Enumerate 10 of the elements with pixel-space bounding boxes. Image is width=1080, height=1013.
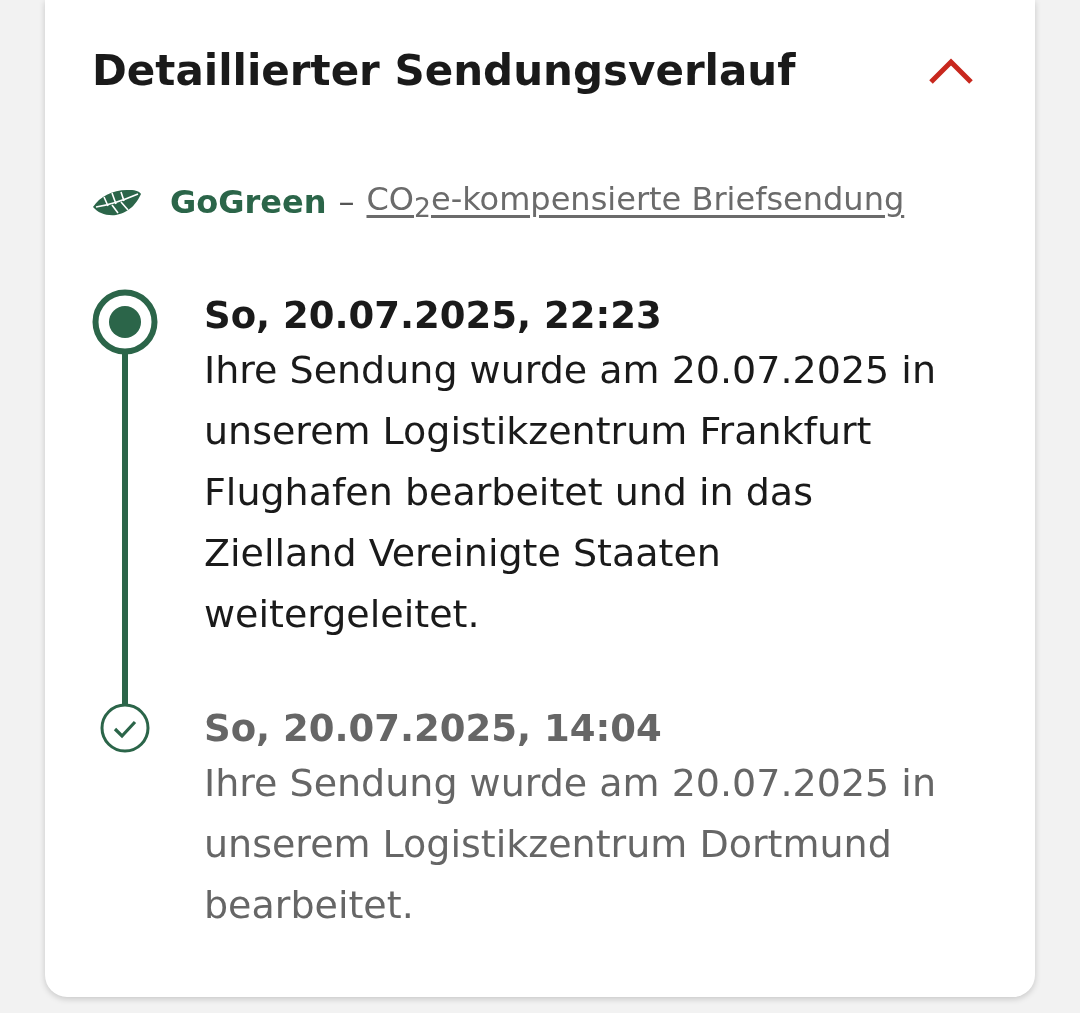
compensation-link[interactable]: CO$_{2}$e-kompensierte Briefsendung	[366, 180, 905, 224]
gogreen-label: GoGreen	[170, 182, 327, 221]
leaf-icon	[92, 187, 142, 216]
event-time: So, 20.07.2025, 22:23	[204, 293, 663, 340]
event-time: So, 20.07.2025, 14:04	[204, 706, 663, 753]
event-description: Ihre Sendung wurde am 20.07.2025 in unserem Logistikzentrum Frankfurt Flughafen bearbeitet und in das Zielland Vereinigte Staaten weitergeleitet.	[204, 347, 937, 639]
section-title: Detaillierter Sendungsverlauf	[92, 45, 796, 97]
chevron-up-icon	[928, 57, 974, 85]
dash-separator: –	[338, 182, 355, 221]
event-description: Ihre Sendung wurde am 20.07.2025 in unserem Logistikzentrum Dortmund bearbeitet.	[204, 760, 937, 930]
